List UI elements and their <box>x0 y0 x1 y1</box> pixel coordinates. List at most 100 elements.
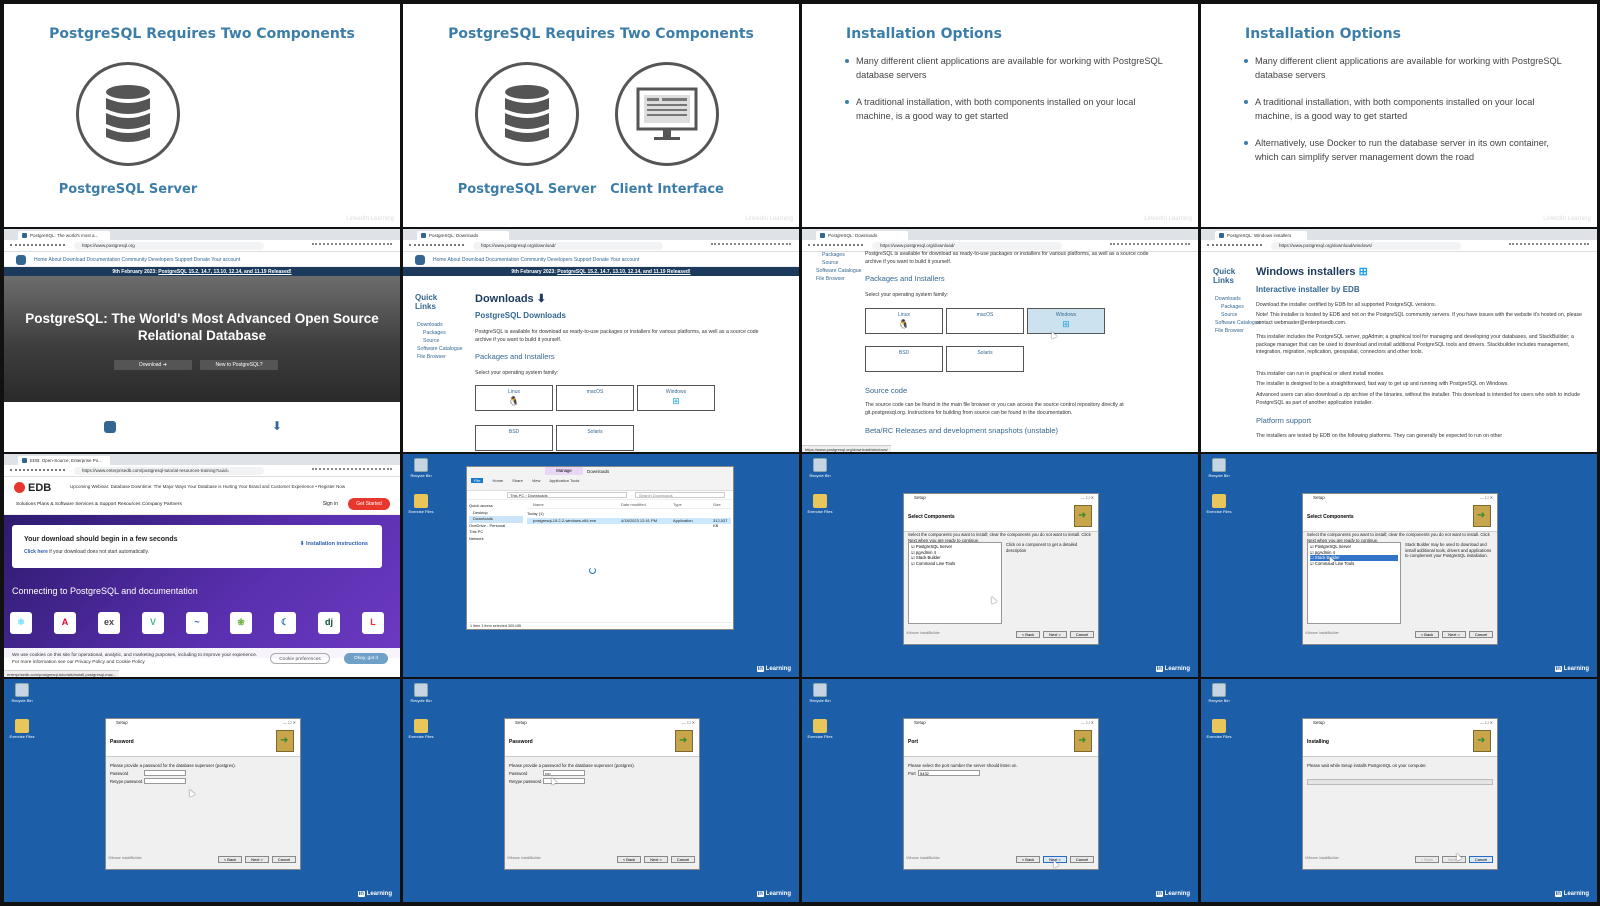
path-bar[interactable]: This PC › Downloads <box>507 492 627 498</box>
installation-instructions-link[interactable]: ⬇ Installation instructions <box>300 541 368 547</box>
back-button[interactable]: < Back <box>218 856 242 863</box>
download-button[interactable]: Download ➜ <box>114 360 192 370</box>
django-icon[interactable]: dj <box>318 612 340 634</box>
nav-buttons[interactable] <box>808 244 863 248</box>
exercise-files-icon[interactable]: Exercise Files <box>1206 494 1232 514</box>
back-button[interactable]: < Back <box>617 856 641 863</box>
elephant-logo-icon[interactable] <box>415 255 425 265</box>
recycle-bin-icon[interactable]: Recycle Bin <box>9 683 35 703</box>
quick-link[interactable]: Source <box>417 337 463 345</box>
next-button[interactable]: Next > <box>245 856 269 863</box>
ribbon-tab[interactable]: View <box>532 478 541 483</box>
nav-buttons[interactable] <box>10 469 65 473</box>
browser-tab[interactable]: EDB: Open-Source, Enterprise Po... <box>18 456 110 465</box>
retype-password-field[interactable] <box>144 778 186 784</box>
recycle-bin-icon[interactable]: Recycle Bin <box>807 458 833 478</box>
exercise-files-icon[interactable]: Exercise Files <box>1206 719 1232 739</box>
cancel-button[interactable]: Cancel <box>1469 856 1493 863</box>
address-bar[interactable]: https://www.postgresql.org <box>74 242 264 250</box>
back-button[interactable]: < Back <box>1016 856 1040 863</box>
toolbar-icons[interactable] <box>1509 243 1589 249</box>
ribbon-tab[interactable]: Share <box>512 478 523 483</box>
quick-link[interactable]: Packages <box>417 329 463 337</box>
address-bar[interactable]: https://www.postgresql.org/download/ <box>473 242 663 250</box>
installer-link-text[interactable]: Download the installer certified by EDB … <box>1256 302 1586 310</box>
next-button[interactable]: Next > <box>644 856 668 863</box>
quick-link[interactable]: File Browser <box>417 353 463 361</box>
react-icon[interactable]: ⚛ <box>10 612 32 634</box>
quick-link[interactable]: Packages <box>1215 303 1261 311</box>
exercise-files-icon[interactable]: Exercise Files <box>408 494 434 514</box>
exercise-files-icon[interactable]: Exercise Files <box>9 719 35 739</box>
laravel-icon[interactable]: L <box>362 612 384 634</box>
quick-link[interactable]: File Browser <box>1215 327 1261 335</box>
new-to-postgresql-button[interactable]: New to PostgreSQL? <box>200 360 278 370</box>
back-button[interactable]: < Back <box>1016 631 1040 638</box>
os-macos-button[interactable]: macOS <box>556 385 634 411</box>
port-field[interactable]: 5432 <box>918 770 980 776</box>
address-bar[interactable]: https://www.postgresql.org/download/ <box>872 242 1062 250</box>
java-icon[interactable]: ☾ <box>274 612 296 634</box>
back-button[interactable]: < Back <box>1415 856 1439 863</box>
os-windows-button[interactable]: Windows ⊞ <box>1027 308 1105 334</box>
back-button[interactable]: < Back <box>1415 631 1439 638</box>
exercise-files-icon[interactable]: Exercise Files <box>807 494 833 514</box>
address-bar[interactable]: https://www.postgresql.org/download/wind… <box>1271 242 1461 250</box>
recycle-bin-icon[interactable]: Recycle Bin <box>408 683 434 703</box>
os-windows-button[interactable]: Windows ⊞ <box>637 385 715 411</box>
edb-menu[interactable]: Solutions Plans & Software Services & Su… <box>16 502 182 507</box>
exercise-files-icon[interactable]: Exercise Files <box>408 719 434 739</box>
os-bsd-button[interactable]: BSD <box>865 346 943 372</box>
browser-tab[interactable]: PostgreSQL: Downloads <box>816 231 908 240</box>
cancel-button[interactable]: Cancel <box>1469 631 1493 638</box>
os-linux-button[interactable]: Linux 🐧 <box>475 385 553 411</box>
next-button[interactable]: Next > <box>1442 631 1466 638</box>
ribbon-tab[interactable]: Home <box>492 478 503 483</box>
os-solaris-button[interactable]: Solaris <box>946 346 1024 372</box>
recycle-bin-icon[interactable]: Recycle Bin <box>807 683 833 703</box>
component-checkbox[interactable]: ☑ Command Line Tools <box>911 561 999 567</box>
toolbar-icons[interactable] <box>312 468 392 474</box>
elephant-logo-icon[interactable] <box>16 255 26 265</box>
nav-item[interactable]: Network <box>469 536 523 543</box>
recycle-bin-icon[interactable]: Recycle Bin <box>1206 458 1232 478</box>
nav-buttons[interactable] <box>10 244 65 248</box>
release-banner[interactable]: 9th February 2023: PostgreSQL 15.2, 14.7… <box>403 267 799 276</box>
manage-tab[interactable]: Manage <box>545 467 583 475</box>
cancel-button[interactable]: Cancel <box>671 856 695 863</box>
toolbar-icons[interactable] <box>312 243 392 249</box>
quick-link[interactable]: Software Catalogue <box>816 267 862 275</box>
sign-in-link[interactable]: Sign in <box>323 501 338 507</box>
spring-icon[interactable]: ❀ <box>230 612 252 634</box>
password-field[interactable] <box>144 770 186 776</box>
os-linux-button[interactable]: Linux 🐧 <box>865 308 943 334</box>
ribbon-tab[interactable]: File <box>471 478 484 483</box>
site-nav[interactable]: Home About Download Documentation Commun… <box>34 257 240 263</box>
search-box[interactable]: Search Downloads <box>635 492 725 498</box>
get-started-button[interactable]: Get Started <box>348 498 390 510</box>
cancel-button[interactable]: Cancel <box>272 856 296 863</box>
okay-button[interactable]: Okay, got it <box>344 653 388 664</box>
ribbon-tab[interactable]: Application Tools <box>549 478 579 483</box>
release-banner[interactable]: 9th February 2023: PostgreSQL 15.2, 14.7… <box>4 267 400 276</box>
quick-link[interactable]: File Browser <box>816 275 862 283</box>
exercise-files-icon[interactable]: Exercise Files <box>807 719 833 739</box>
next-button[interactable]: Next > <box>1043 631 1067 638</box>
quick-link[interactable]: Software Catalogue <box>1215 319 1261 327</box>
address-bar[interactable]: https://www.enterprisedb.com/postgresql-… <box>74 467 264 475</box>
toolbar-icons[interactable] <box>1110 243 1190 249</box>
click-here-link[interactable]: Click here <box>24 549 48 555</box>
edb-logo[interactable]: EDB <box>14 482 51 494</box>
nav-buttons[interactable] <box>1207 244 1262 248</box>
os-bsd-button[interactable]: BSD <box>475 425 553 451</box>
browser-tab[interactable]: PostgreSQL: Windows installers <box>1215 231 1307 240</box>
recycle-bin-icon[interactable]: Recycle Bin <box>408 458 434 478</box>
component-checkbox[interactable]: ☑ Command Line Tools <box>1310 561 1398 567</box>
site-nav[interactable]: Home About Download Documentation Commun… <box>433 257 639 263</box>
quick-link[interactable]: Packages <box>816 251 862 259</box>
browser-tab[interactable]: PostgreSQL: The world's most a... <box>18 231 110 240</box>
quick-link[interactable]: Source <box>816 259 862 267</box>
recycle-bin-icon[interactable]: Recycle Bin <box>1206 683 1232 703</box>
os-macos-button[interactable]: macOS <box>946 308 1024 334</box>
cancel-button[interactable]: Cancel <box>1070 631 1094 638</box>
